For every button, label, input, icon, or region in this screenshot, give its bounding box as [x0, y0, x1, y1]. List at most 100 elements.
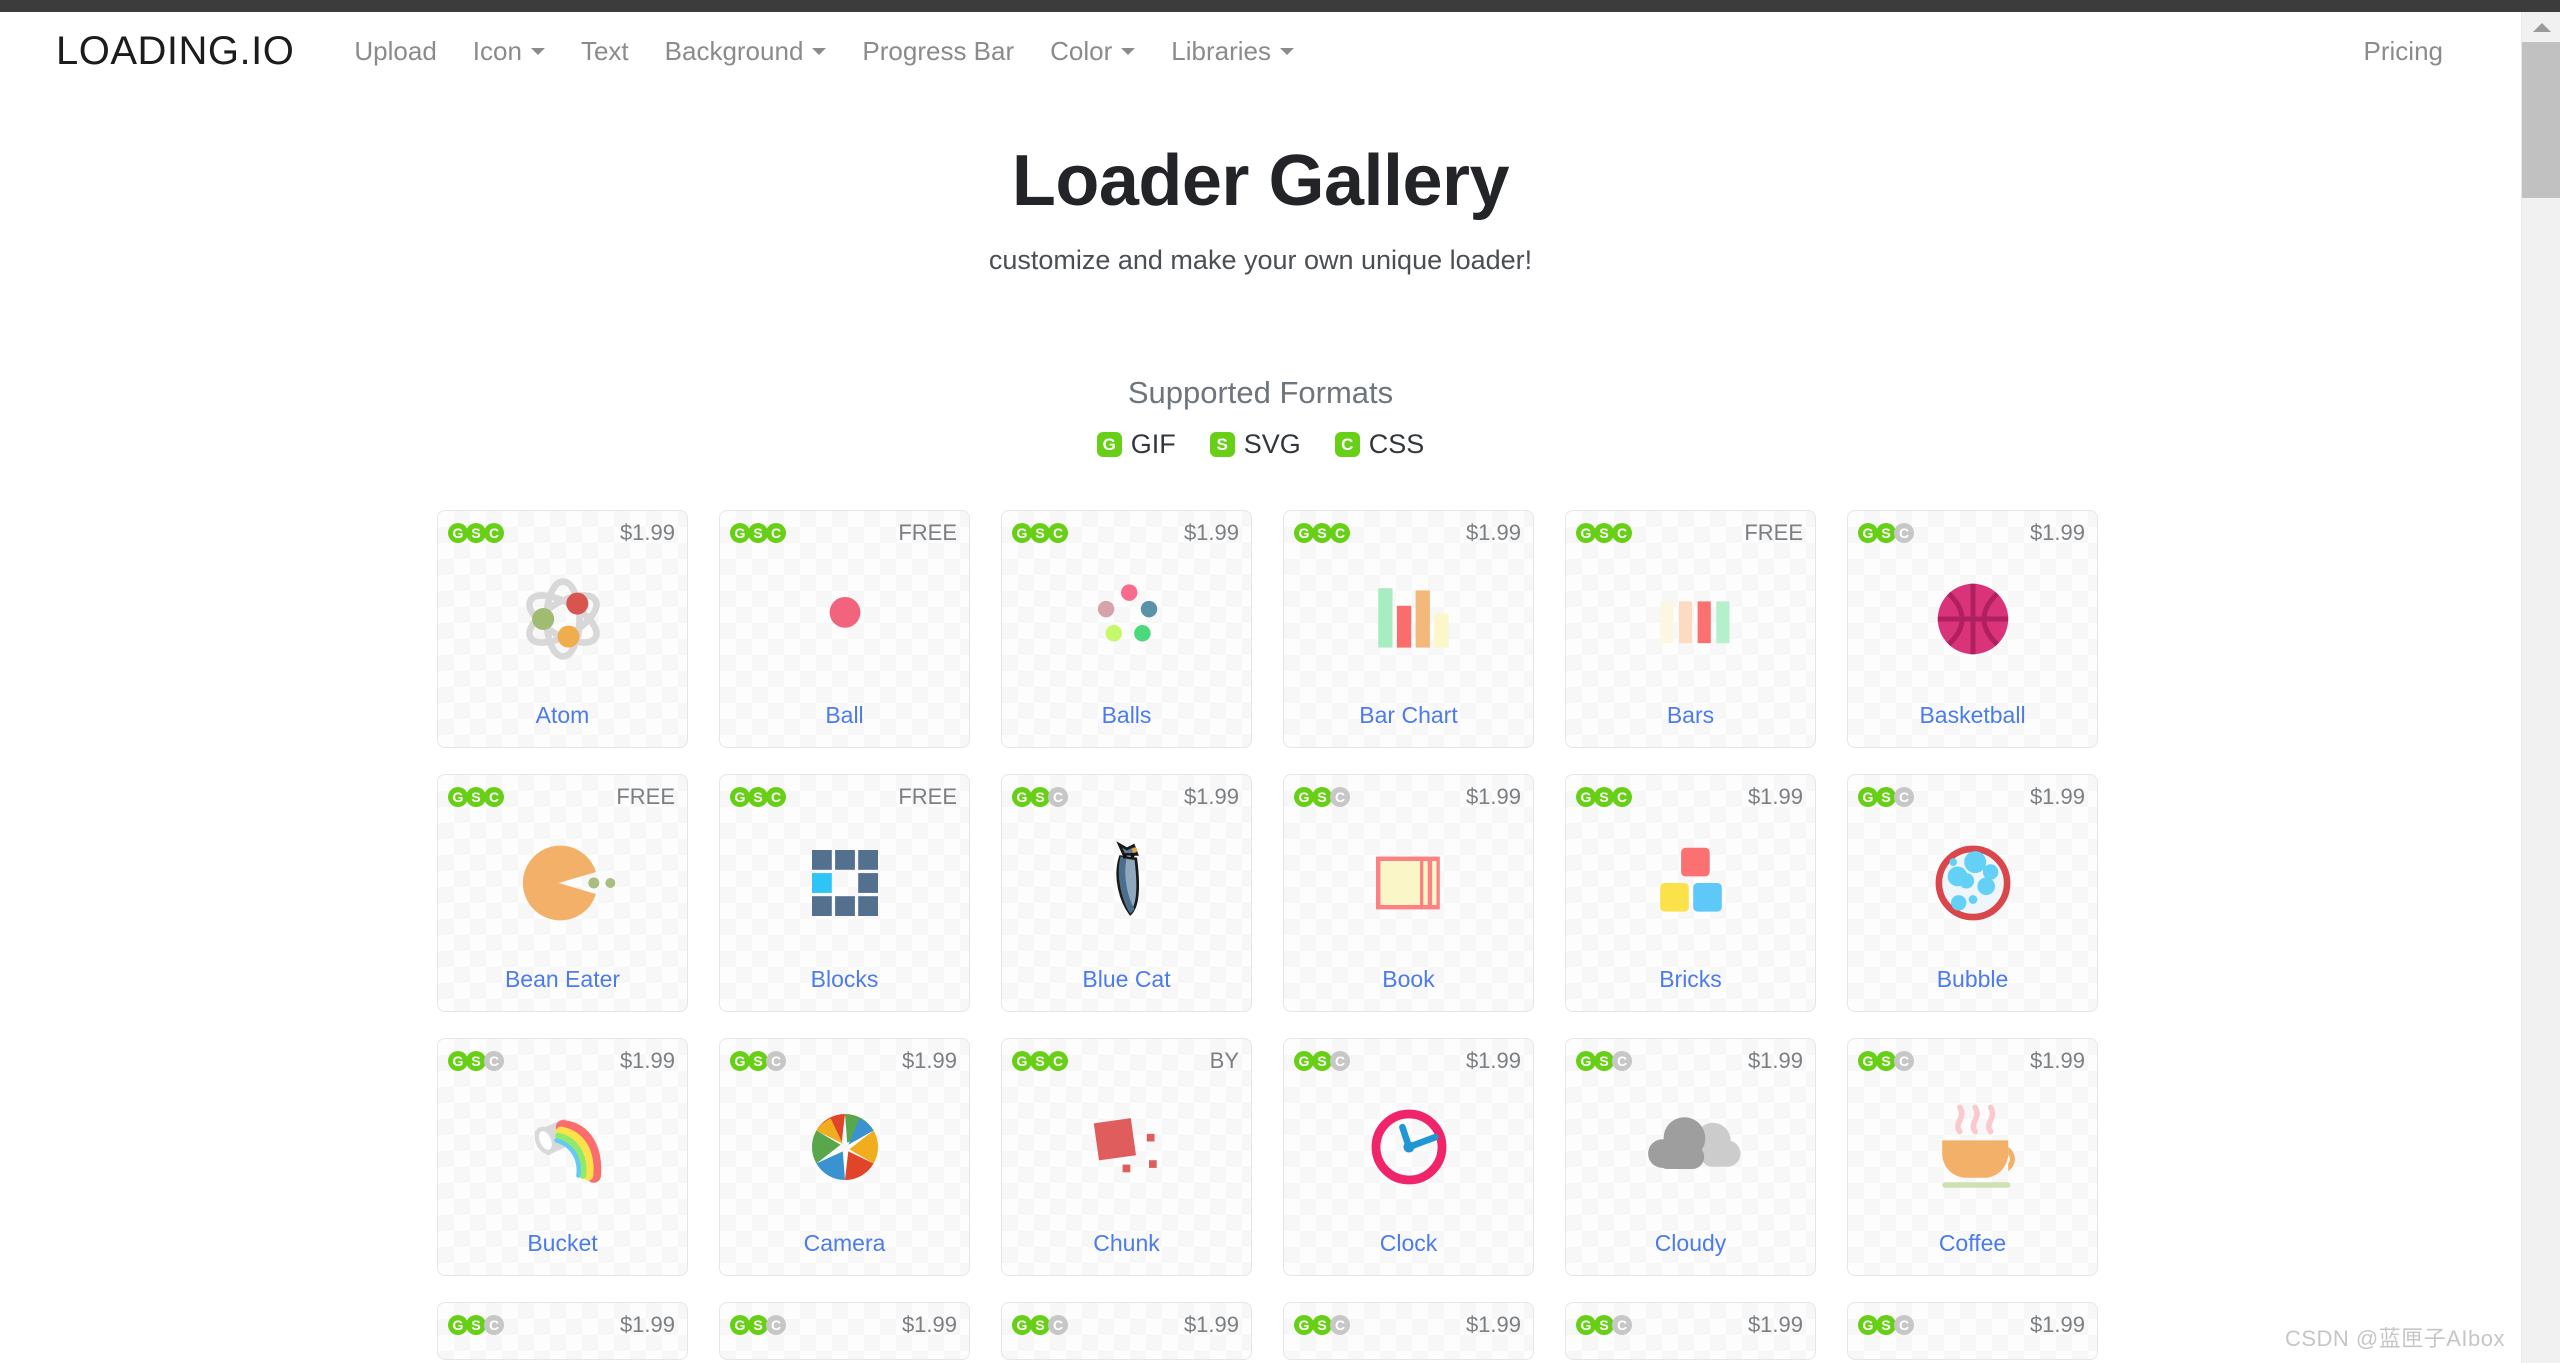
price-label: $1.99 [2029, 1048, 2085, 1073]
loader-card[interactable]: G S C $1.99 Camera [719, 1038, 970, 1276]
format-c-badge-icon: C [766, 1051, 786, 1071]
card-header: G S C $1.99 [730, 1048, 957, 1074]
price-label: FREE [616, 784, 675, 809]
format-g-badge-icon: G [1294, 523, 1314, 543]
loader-name-link[interactable]: Bubble [1848, 966, 2097, 993]
atom-icon [438, 549, 687, 689]
loader-card[interactable]: G S C $1.99 Blue Cat [1001, 774, 1252, 1012]
nav-item-label: Color [1050, 35, 1113, 66]
format-c-badge-icon: C [1894, 787, 1914, 807]
loader-name-link[interactable]: Coffee [1848, 1230, 2097, 1257]
format-availability-badges: GSC [1012, 1315, 1068, 1335]
format-g-badge-icon: G [1858, 787, 1878, 807]
scrollbar-thumb[interactable] [2522, 42, 2560, 198]
vertical-scrollbar[interactable] [2521, 12, 2560, 1363]
loader-name-link[interactable]: Chunk [1002, 1230, 1251, 1257]
format-badge-gif: G GIF [1096, 429, 1176, 460]
format-s-badge-icon: S [1312, 523, 1332, 543]
nav-item-progress-bar[interactable]: Progress Bar [844, 30, 1032, 73]
format-availability-badges: GSC [1012, 523, 1068, 543]
nav-item-label: Progress Bar [862, 35, 1015, 66]
card-header: G S C $1.99 [1858, 520, 2085, 546]
nav-item-icon[interactable]: Icon [455, 30, 563, 73]
loader-card[interactable]: G S C BY Chunk [1001, 1038, 1252, 1276]
loader-card[interactable]: G S C $1.99 Balls [1001, 510, 1252, 748]
card-header: G S C FREE [730, 784, 957, 810]
price-label: $1.99 [2029, 520, 2085, 545]
loader-card[interactable]: G S C $1.99 [1001, 1302, 1252, 1360]
loader-card[interactable]: G S C FREE Ball [719, 510, 970, 748]
loader-name-link[interactable]: Bean Eater [438, 966, 687, 993]
format-availability-badges: GSC [1858, 1051, 1914, 1071]
loader-card[interactable]: G S C FREE Bars [1565, 510, 1816, 748]
loader-card[interactable]: G S C $1.99 Book [1283, 774, 1534, 1012]
loader-name-link[interactable]: Clock [1284, 1230, 1533, 1257]
price-label: $1.99 [1183, 520, 1239, 545]
card-header: G S C $1.99 [730, 1312, 957, 1338]
loader-card[interactable]: G S C $1.99 Basketball [1847, 510, 2098, 748]
loader-name-link[interactable]: Atom [438, 702, 687, 729]
loader-name-link[interactable]: Basketball [1848, 702, 2097, 729]
chevron-down-icon [1121, 47, 1136, 55]
nav-item-upload[interactable]: Upload [336, 30, 454, 73]
nav-item-color[interactable]: Color [1032, 30, 1153, 73]
card-header: G S C $1.99 [1294, 784, 1521, 810]
format-availability-badges: GSC [1294, 1051, 1350, 1071]
scroll-up-arrow-icon[interactable] [2522, 12, 2560, 42]
loader-card[interactable]: G S C $1.99 Bubble [1847, 774, 2098, 1012]
loader-card[interactable]: G S C $1.99 [437, 1302, 688, 1360]
loader-name-link[interactable]: Book [1284, 966, 1533, 993]
nav-item-label: Pricing [2363, 35, 2443, 66]
balls-icon [1002, 549, 1251, 689]
format-availability-badges: GSC [448, 523, 504, 543]
loader-name-link[interactable]: Bricks [1566, 966, 1815, 993]
nav-item-background[interactable]: Background [647, 30, 845, 73]
loader-card[interactable]: G S C $1.99 [1847, 1302, 2098, 1360]
nav-item-pricing[interactable]: Pricing [2346, 30, 2461, 73]
loader-name-link[interactable]: Bar Chart [1284, 702, 1533, 729]
loader-name-link[interactable]: Bars [1566, 702, 1815, 729]
format-availability-badges: GSC [730, 787, 786, 807]
format-g-badge-icon: G [730, 787, 750, 807]
loader-name-link[interactable]: Blue Cat [1002, 966, 1251, 993]
format-g-badge-icon: G [1858, 1315, 1878, 1335]
loader-card[interactable]: G S C $1.99 [1283, 1302, 1534, 1360]
format-svg-icon: S [1209, 432, 1235, 457]
site-logo[interactable]: LOADING.IO [56, 29, 294, 74]
ball-icon [720, 549, 969, 689]
loader-card[interactable]: G S C $1.99 [1565, 1302, 1816, 1360]
loader-card[interactable]: G S C $1.99 Clock [1283, 1038, 1534, 1276]
format-s-badge-icon: S [748, 523, 768, 543]
loader-name-link[interactable]: Camera [720, 1230, 969, 1257]
price-label: $1.99 [1465, 1312, 1521, 1337]
price-label: $1.99 [1747, 1048, 1803, 1073]
loader-card[interactable]: G S C $1.99 Bar Chart [1283, 510, 1534, 748]
loader-name-link[interactable]: Ball [720, 702, 969, 729]
loader-card[interactable]: G S C $1.99 Coffee [1847, 1038, 2098, 1276]
format-g-badge-icon: G [1858, 523, 1878, 543]
loader-name-link[interactable]: Cloudy [1566, 1230, 1815, 1257]
format-c-badge-icon: C [766, 523, 786, 543]
loader-card[interactable]: G S C $1.99 Bucket [437, 1038, 688, 1276]
format-availability-badges: GSC [1858, 1315, 1914, 1335]
format-g-badge-icon: G [1012, 1315, 1032, 1335]
nav-item-label: Upload [354, 35, 437, 66]
card-header: G S C FREE [730, 520, 957, 546]
nav-item-libraries[interactable]: Libraries [1153, 30, 1312, 73]
format-availability-badges: GSC [448, 1051, 504, 1071]
nav-item-text[interactable]: Text [563, 30, 647, 73]
book-icon [1284, 813, 1533, 953]
loader-card[interactable]: G S C $1.99 Bricks [1565, 774, 1816, 1012]
card-header: G S C $1.99 [1012, 784, 1239, 810]
loader-card[interactable]: G S C FREE Blocks [719, 774, 970, 1012]
loader-name-link[interactable]: Balls [1002, 702, 1251, 729]
loader-name-link[interactable]: Blocks [720, 966, 969, 993]
format-availability-badges: GSC [730, 1051, 786, 1071]
loader-name-link[interactable]: Bucket [438, 1230, 687, 1257]
loader-card[interactable]: G S C $1.99 [719, 1302, 970, 1360]
loader-card[interactable]: G S C $1.99 Cloudy [1565, 1038, 1816, 1276]
price-label: $1.99 [901, 1312, 957, 1337]
loader-card[interactable]: G S C FREE Bean Eater [437, 774, 688, 1012]
card-header: G S C $1.99 [1294, 1312, 1521, 1338]
loader-card[interactable]: G S C $1.99 Atom [437, 510, 688, 748]
